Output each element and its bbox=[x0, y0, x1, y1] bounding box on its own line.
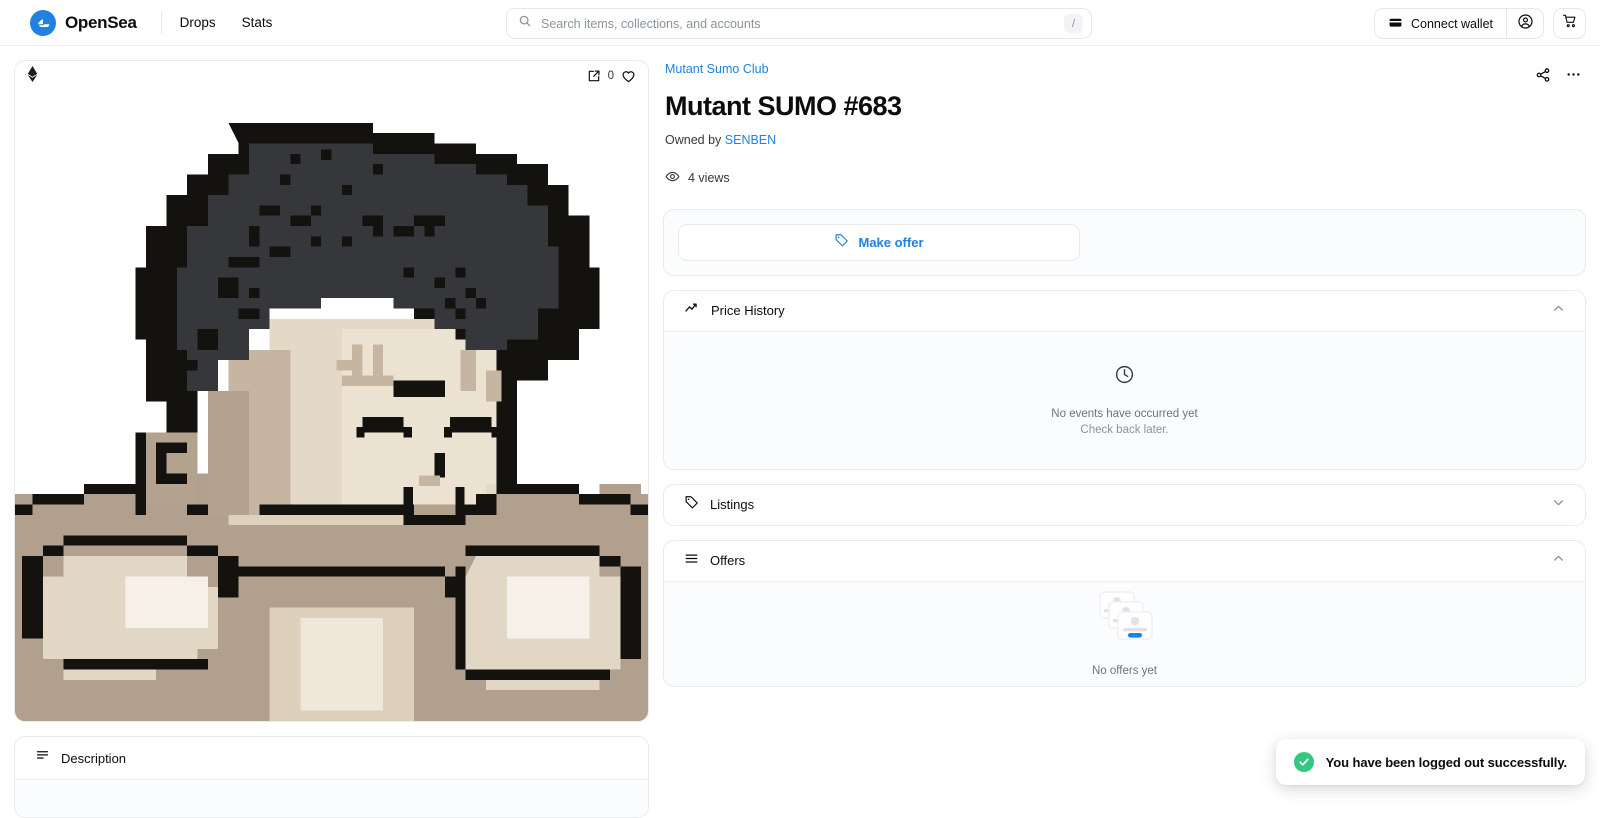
right-column: Mutant Sumo Club Mutant SUMO #683 Owned … bbox=[663, 60, 1586, 818]
clock-icon bbox=[1114, 364, 1135, 390]
connect-wallet-label: Connect wallet bbox=[1411, 16, 1493, 31]
media-toolbar-right: 0 bbox=[587, 69, 636, 84]
toast-message: You have been logged out successfully. bbox=[1325, 754, 1567, 770]
search-shortcut-key: / bbox=[1064, 14, 1083, 33]
chevron-up-icon[interactable] bbox=[1552, 302, 1565, 320]
views-count: 4 views bbox=[688, 170, 730, 185]
price-history-empty-state: No events have occurred yet Check back l… bbox=[664, 330, 1585, 469]
account-circle-icon bbox=[1517, 13, 1534, 35]
search-icon bbox=[518, 14, 532, 33]
listings-header-left: Listings bbox=[684, 495, 754, 515]
collection-link[interactable]: Mutant Sumo Club bbox=[665, 62, 769, 76]
opensea-sail-logo-icon bbox=[30, 9, 56, 36]
item-actions bbox=[1535, 60, 1582, 83]
ethereum-icon bbox=[27, 65, 38, 87]
price-history-header[interactable]: Price History bbox=[664, 291, 1585, 331]
brand-logo[interactable]: OpenSea bbox=[14, 9, 137, 36]
make-offer-label: Make offer bbox=[858, 234, 924, 250]
offers-title: Offers bbox=[710, 553, 746, 569]
header-actions: Connect wallet bbox=[1374, 8, 1586, 39]
app-header: OpenSea Drops Stats / Connect wallet bbox=[0, 0, 1600, 46]
views-row: 4 views bbox=[665, 169, 902, 187]
search-input[interactable] bbox=[541, 16, 1064, 31]
description-body bbox=[15, 779, 648, 817]
chevron-down-icon[interactable] bbox=[1552, 496, 1565, 514]
offers-section: Offers No offers yet bbox=[663, 539, 1586, 687]
logout-toast[interactable]: You have been logged out successfully. bbox=[1275, 739, 1585, 785]
cart-button[interactable] bbox=[1553, 8, 1586, 39]
price-history-header-left: Price History bbox=[684, 300, 785, 321]
media-toolbar: 0 bbox=[15, 61, 648, 91]
offers-empty-state: No offers yet bbox=[664, 580, 1585, 686]
description-title: Description bbox=[61, 750, 127, 766]
search-container: / bbox=[506, 8, 1092, 39]
owned-by-label: Owned by bbox=[665, 132, 722, 147]
tag-icon bbox=[834, 233, 849, 251]
list-icon bbox=[684, 551, 699, 571]
open-in-new-icon[interactable] bbox=[587, 69, 601, 83]
owner-link[interactable]: SENBEN bbox=[725, 133, 776, 147]
listings-section: Listings bbox=[663, 483, 1586, 526]
price-history-empty-title: No events have occurred yet bbox=[1051, 408, 1198, 421]
like-count: 0 bbox=[607, 70, 614, 82]
owner-row: Owned by SENBEN bbox=[665, 133, 902, 147]
offers-header[interactable]: Offers bbox=[664, 541, 1585, 581]
chevron-up-icon[interactable] bbox=[1552, 552, 1565, 570]
price-history-section: Price History No events have occurred ye… bbox=[663, 289, 1586, 470]
offers-header-left: Offers bbox=[684, 551, 745, 571]
check-circle-icon bbox=[1293, 752, 1314, 772]
stacked-cards-icon bbox=[1086, 590, 1164, 657]
price-history-title: Price History bbox=[711, 303, 785, 319]
connect-wallet-button[interactable]: Connect wallet bbox=[1375, 9, 1507, 38]
search-box[interactable]: / bbox=[506, 8, 1092, 39]
header-divider bbox=[160, 11, 162, 34]
left-column: 0 Description bbox=[14, 60, 649, 818]
account-button[interactable] bbox=[1507, 9, 1543, 38]
nft-media-card: 0 bbox=[14, 60, 649, 722]
item-header: Mutant Sumo Club Mutant SUMO #683 Owned … bbox=[663, 60, 1586, 187]
share-icon[interactable] bbox=[1535, 67, 1551, 83]
nft-artwork[interactable] bbox=[15, 61, 648, 721]
offer-action-panel: Make offer bbox=[663, 208, 1586, 276]
brand-name: OpenSea bbox=[65, 12, 137, 32]
wallet-icon bbox=[1388, 15, 1403, 33]
description-header[interactable]: Description bbox=[15, 737, 648, 779]
wallet-group: Connect wallet bbox=[1374, 8, 1544, 39]
listings-header[interactable]: Listings bbox=[664, 485, 1585, 525]
shopping-cart-icon bbox=[1562, 13, 1578, 34]
price-history-empty-subtitle: Check back later. bbox=[1080, 424, 1169, 437]
heart-icon[interactable] bbox=[621, 69, 636, 84]
make-offer-button[interactable]: Make offer bbox=[678, 223, 1080, 261]
listings-title: Listings bbox=[710, 497, 755, 513]
nav-item-drops[interactable]: Drops bbox=[180, 15, 216, 30]
page-body: 0 Description Mutant Sumo Club Mutant SU… bbox=[0, 46, 1600, 818]
item-header-text: Mutant Sumo Club Mutant SUMO #683 Owned … bbox=[665, 60, 902, 187]
offers-empty-title: No offers yet bbox=[1092, 665, 1157, 678]
page-title: Mutant SUMO #683 bbox=[665, 91, 902, 121]
more-horizontal-icon[interactable] bbox=[1565, 66, 1582, 83]
tag-icon bbox=[684, 495, 699, 515]
nav-item-stats[interactable]: Stats bbox=[242, 15, 273, 30]
description-card: Description bbox=[14, 736, 649, 818]
primary-nav: Drops Stats bbox=[180, 15, 273, 30]
description-lines-icon bbox=[35, 748, 50, 768]
trending-up-icon bbox=[684, 300, 700, 321]
eye-icon bbox=[665, 169, 680, 187]
